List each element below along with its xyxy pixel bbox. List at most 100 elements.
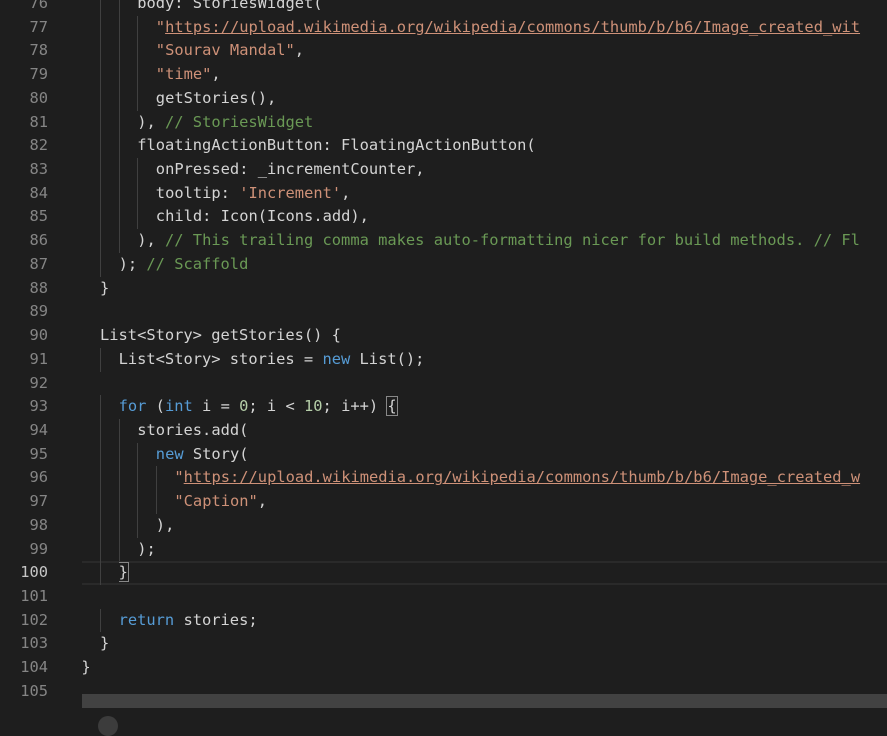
indent-guide — [100, 134, 101, 159]
indent-guide — [100, 229, 101, 253]
code-text[interactable]: for (int i = 0; i < 10; i++) { — [119, 395, 887, 419]
code-token: 'Increment' — [239, 183, 342, 202]
code-line[interactable]: 94 stories.add( — [0, 418, 887, 443]
indent-guide — [118, 110, 120, 135]
code-line[interactable]: 89 — [0, 300, 887, 324]
code-line[interactable]: 103} — [0, 632, 887, 656]
code-line[interactable]: 78 "Sourav Mandal", — [0, 39, 887, 64]
line-number: 80 — [29, 88, 48, 107]
indent-guide — [137, 466, 139, 491]
code-line[interactable]: 104} — [0, 656, 887, 680]
code-line[interactable]: 93 for (int i = 0; i < 10; i++) { — [0, 395, 887, 419]
indent-guide — [155, 466, 157, 491]
code-token: body: StoriesWidget( — [137, 0, 323, 12]
code-text[interactable]: floatingActionButton: FloatingActionButt… — [137, 134, 887, 158]
line-number: 81 — [29, 112, 48, 131]
code-text[interactable]: List<Story> stories = new List(); — [119, 348, 887, 372]
line-number: 76 — [29, 0, 48, 12]
code-token: ( — [146, 397, 165, 416]
code-line[interactable]: 82 floatingActionButton: FloatingActionBu… — [0, 134, 887, 159]
line-number: 93 — [29, 397, 48, 416]
code-line[interactable]: 87); // Scaffold — [0, 252, 887, 277]
code-line[interactable]: 77 "https://upload.wikimedia.org/wikipedi… — [0, 15, 887, 40]
code-token: "time" — [155, 65, 212, 84]
code-token: } — [81, 658, 91, 677]
code-text[interactable]: } — [118, 561, 887, 585]
code-line[interactable]: 99); — [0, 537, 887, 562]
code-text[interactable]: "time", — [156, 63, 887, 87]
line-number: 97 — [29, 492, 48, 511]
code-line[interactable]: 84 tooltip: 'Increment', — [0, 181, 887, 206]
code-text[interactable]: ), — [156, 514, 887, 538]
code-line[interactable]: 86), // This trailing comma makes auto-f… — [0, 229, 887, 253]
code-line[interactable]: 80 getStories(), — [0, 86, 887, 111]
code-text[interactable]: child: Icon(Icons.add), — [156, 205, 887, 229]
editor-bottom-panel — [0, 708, 887, 720]
indent-guide — [118, 39, 120, 64]
indent-guide — [100, 63, 101, 87]
code-line[interactable]: 95 new Story( — [0, 442, 887, 467]
code-token: ; i++) — [322, 397, 388, 416]
code-text[interactable]: stories.add( — [137, 419, 887, 443]
indent-guide — [100, 513, 101, 538]
code-text[interactable]: } — [81, 656, 887, 680]
code-token: new — [155, 444, 184, 463]
code-token: List<Story> getStories() { — [100, 326, 341, 345]
indent-guide — [100, 0, 101, 16]
code-token: getStories(), — [155, 88, 277, 107]
code-line[interactable]: 96 "https://upload.wikimedia.org/wikipedi… — [0, 466, 887, 491]
indent-guide — [137, 158, 139, 182]
line-number: 98 — [29, 515, 48, 534]
code-line[interactable]: 76 body: StoriesWidget( — [0, 0, 887, 16]
code-token: , — [211, 65, 221, 84]
code-text[interactable]: ), // StoriesWidget — [137, 111, 887, 135]
code-line[interactable]: 92 — [0, 372, 887, 396]
code-text[interactable]: } — [100, 632, 887, 656]
code-line[interactable]: 100} — [0, 561, 887, 585]
line-number: 101 — [20, 586, 48, 605]
code-text[interactable]: onPressed: _incrementCounter, — [156, 158, 887, 182]
code-line[interactable]: 83 onPressed: _incrementCounter, — [0, 158, 887, 182]
line-number: 94 — [29, 420, 48, 439]
code-line[interactable]: 90 List<Story> getStories() { — [0, 324, 887, 348]
indent-guide — [118, 466, 120, 491]
code-text[interactable]: ); // Scaffold — [119, 253, 887, 277]
code-token: , — [294, 41, 305, 60]
code-editor[interactable]: 76 body: StoriesWidget( 77 "https://upload.… — [0, 0, 887, 704]
code-line[interactable]: 98), — [0, 513, 887, 538]
code-token: return — [118, 610, 175, 629]
code-line[interactable]: 85 child: Icon(Icons.add), — [0, 205, 887, 230]
code-line[interactable]: 79 "time", — [0, 63, 887, 87]
indent-guide — [155, 490, 157, 514]
code-line[interactable]: 88} — [0, 277, 887, 301]
code-token: ), — [155, 515, 175, 534]
indent-guide — [118, 63, 120, 87]
indent-guide — [100, 490, 101, 514]
indent-guide — [118, 181, 120, 206]
code-token: i = — [192, 397, 240, 416]
code-text[interactable]: } — [100, 277, 887, 301]
line-number: 85 — [29, 207, 48, 226]
horizontal-scrollbar[interactable] — [82, 694, 887, 708]
code-text[interactable]: return stories; — [119, 609, 887, 633]
code-token: } — [100, 634, 110, 653]
code-text[interactable]: "https://upload.wikimedia.org/wikipedia/… — [156, 16, 887, 40]
code-text[interactable]: List<Story> getStories() { — [100, 324, 887, 348]
code-line[interactable]: 91 List<Story> stories = new List(); — [0, 347, 887, 372]
code-line[interactable]: 81 ), // StoriesWidget — [0, 110, 887, 135]
code-text[interactable]: ), // This trailing comma makes auto-for… — [137, 229, 887, 253]
code-text[interactable]: tooltip: 'Increment', — [156, 182, 887, 206]
circle-icon — [98, 716, 118, 736]
code-text[interactable]: "Sourav Mandal", — [156, 39, 887, 63]
code-text[interactable]: ); — [137, 538, 887, 562]
indent-guide — [100, 158, 101, 182]
code-line[interactable]: 101 — [0, 585, 887, 609]
code-text[interactable]: body: StoriesWidget( — [137, 0, 887, 16]
code-text[interactable]: "https://upload.wikimedia.org/wikipedia/… — [174, 466, 887, 490]
code-line[interactable]: 102 return stories; — [0, 608, 887, 633]
code-text[interactable]: new Story( — [156, 443, 887, 467]
code-line[interactable]: 97 "Caption", — [0, 490, 887, 514]
code-text[interactable]: getStories(), — [156, 87, 887, 111]
code-text[interactable]: "Caption", — [174, 490, 887, 514]
code-token: 10 — [304, 397, 323, 416]
